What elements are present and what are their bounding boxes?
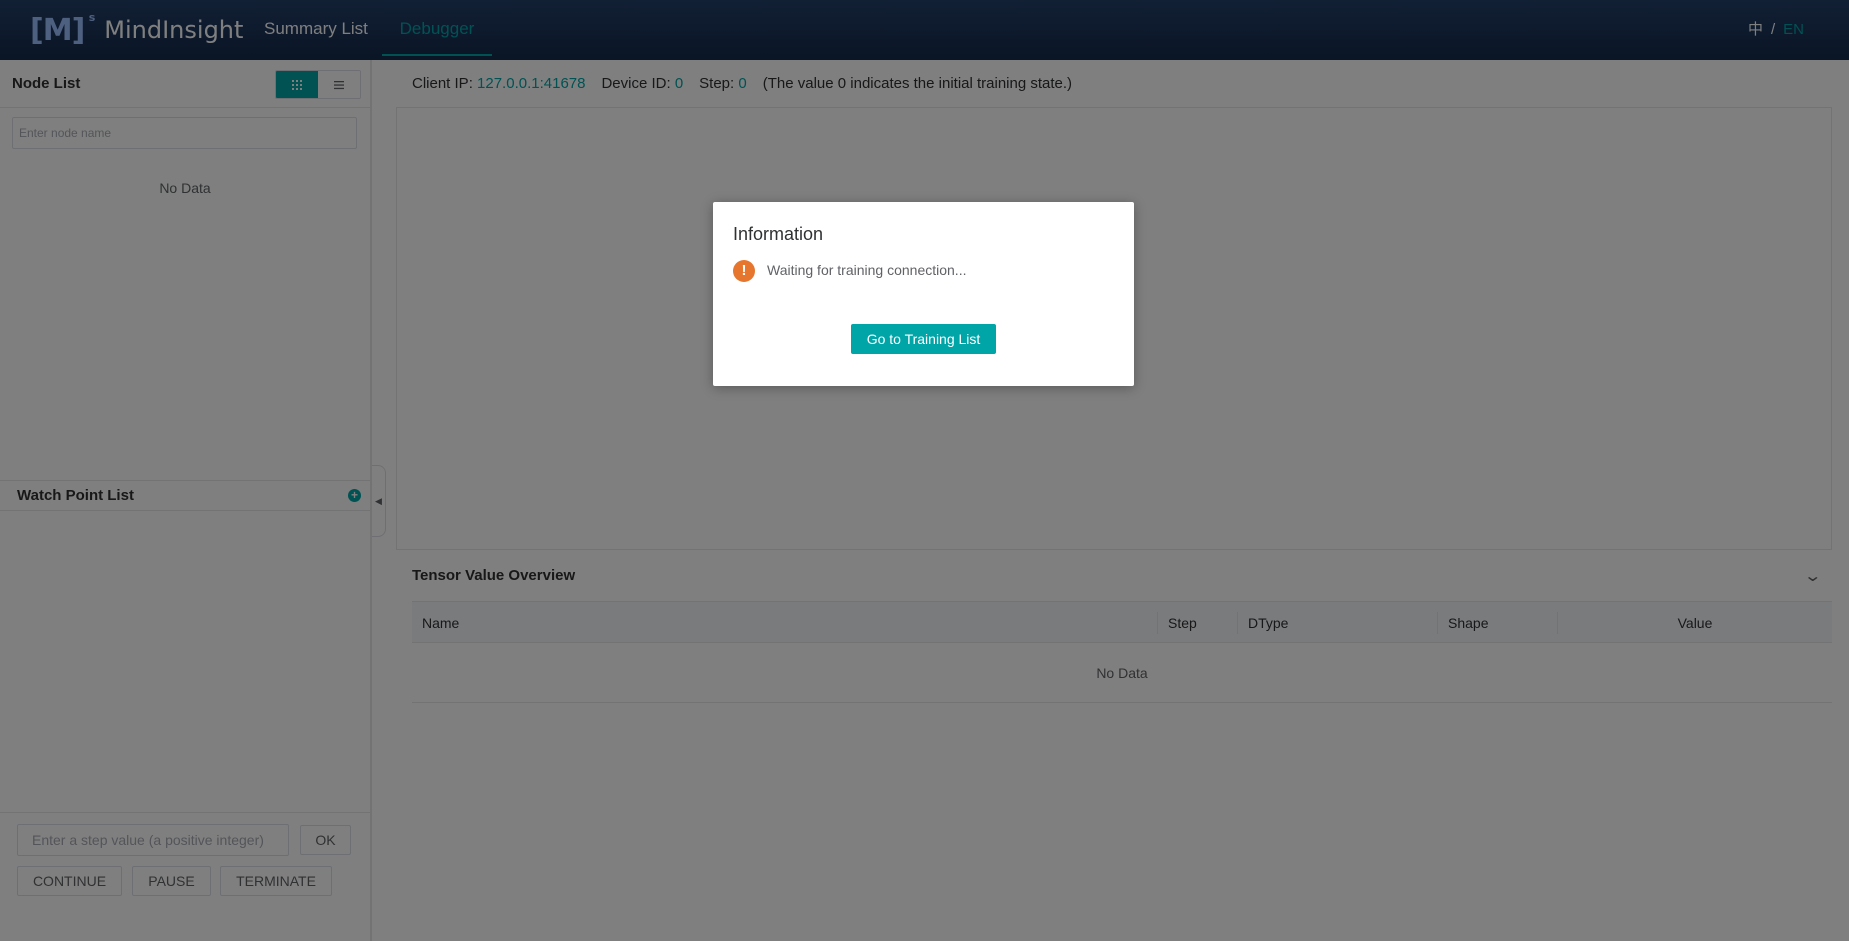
modal-overlay [0,0,1849,941]
information-dialog: Information ! Waiting for training conne… [713,202,1134,386]
dialog-title: Information [733,224,824,244]
go-to-training-list-button[interactable]: Go to Training List [851,324,996,354]
dialog-message: Waiting for training connection... [767,262,967,278]
warning-icon: ! [733,260,755,282]
